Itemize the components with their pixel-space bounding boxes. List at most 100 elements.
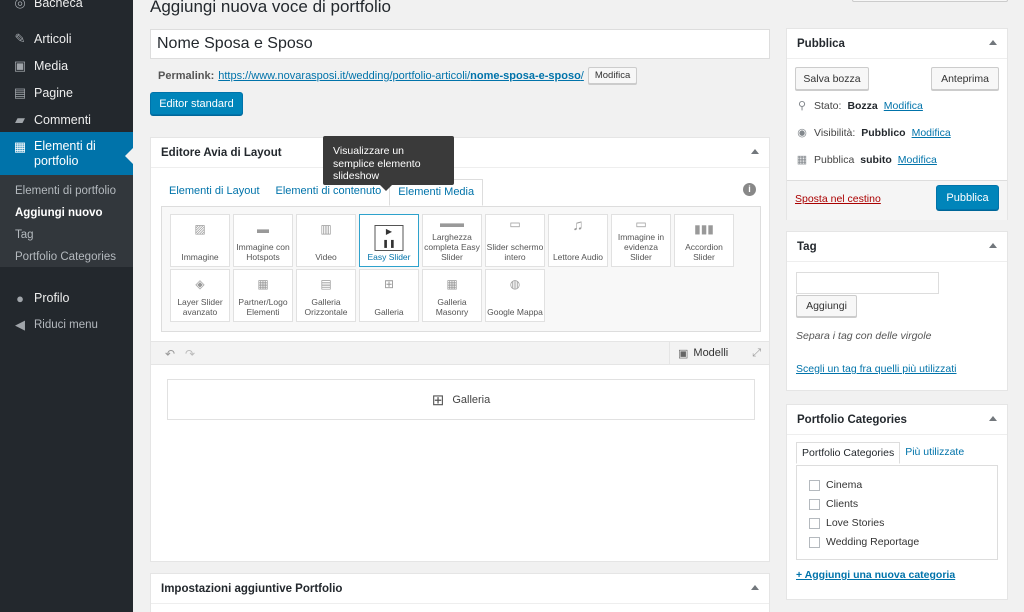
canvas-item-label: Galleria: [452, 393, 491, 406]
element-label: Easy Slider: [367, 252, 411, 262]
templates-button[interactable]: ▣ Modelli: [669, 342, 736, 364]
collapse-arrow-icon[interactable]: [989, 243, 997, 248]
menu-item-profile[interactable]: ● Profilo: [0, 287, 133, 309]
canvas-gallery-element[interactable]: ⊞ Galleria: [167, 379, 755, 420]
element-label: Layer Slider avanzato: [177, 297, 223, 317]
collapse-arrow-icon[interactable]: [751, 585, 759, 590]
menu-label: Bacheca: [34, 0, 83, 10]
element-video[interactable]: ▥ Video: [296, 214, 356, 267]
element-label: Immagine con Hotspots: [236, 242, 290, 262]
fullscreen-icon[interactable]: ⤢: [752, 347, 761, 360]
category-item[interactable]: Cinema: [809, 479, 862, 491]
preview-button[interactable]: Anteprima: [931, 67, 999, 90]
element-google-map[interactable]: ◍ Google Mappa: [485, 269, 545, 322]
element-horizontal-gallery[interactable]: ▤ Galleria Orizzontale: [296, 269, 356, 322]
submenu-item-portfolio-items[interactable]: Elementi di portfolio: [15, 185, 116, 197]
tag-header[interactable]: Tag: [787, 232, 1007, 262]
element-label: Immagine in evidenza Slider: [617, 232, 665, 262]
element-partner-logo[interactable]: ▦ Partner/Logo Elementi: [233, 269, 293, 322]
templates-label: Modelli: [693, 347, 729, 359]
move-to-trash-link[interactable]: Sposta nel cestino: [795, 193, 881, 205]
category-checkbox[interactable]: [809, 479, 820, 491]
undo-icon[interactable]: ↶: [165, 347, 175, 361]
slider-play-icon: ▶ ❚❚: [374, 225, 404, 251]
element-fullwidth-easy-slider[interactable]: ▬▬ Larghezza completa Easy Slider: [422, 214, 482, 267]
element-easy-slider[interactable]: ▶ ❚❚ Easy Slider: [359, 214, 419, 267]
collapse-arrow-icon[interactable]: [751, 149, 759, 154]
submenu-item-add-new[interactable]: Aggiungi nuovo: [15, 207, 103, 219]
publish-header[interactable]: Pubblica: [787, 29, 1007, 59]
categories-header[interactable]: Portfolio Categories: [787, 405, 1007, 435]
element-accordion-slider[interactable]: ▮▮▮ Accordion Slider: [674, 214, 734, 267]
menu-item-collapse[interactable]: ◀ Riduci menu: [0, 314, 133, 336]
media-icon: ▣: [13, 58, 27, 73]
tag-input[interactable]: [796, 272, 939, 294]
element-audio-player[interactable]: ♫ Lettore Audio: [548, 214, 608, 267]
category-label: Love Stories: [826, 517, 885, 529]
redo-icon[interactable]: ↷: [185, 347, 195, 361]
publish-button[interactable]: Pubblica: [936, 185, 999, 210]
category-checkbox[interactable]: [809, 517, 820, 529]
menu-label: Media: [34, 59, 69, 73]
image-icon: ▨: [194, 222, 206, 236]
category-item[interactable]: Clients: [809, 498, 858, 510]
element-label: Lettore Audio: [552, 252, 604, 262]
tab-layout-elements[interactable]: Elementi di Layout: [161, 179, 268, 206]
post-title-input[interactable]: [150, 29, 770, 59]
element-masonry-gallery[interactable]: ▦ Galleria Masonry: [422, 269, 482, 322]
extra-title: Impostazioni aggiuntive Portfolio: [161, 582, 343, 595]
element-image[interactable]: ▨ Immagine: [170, 214, 230, 267]
layers-icon: ◈: [195, 277, 205, 291]
category-checkbox[interactable]: [809, 498, 820, 510]
eye-icon: ◉: [797, 127, 807, 139]
status-value: Bozza: [847, 99, 878, 112]
save-draft-button[interactable]: Salva bozza: [795, 67, 869, 90]
edit-visibility-link[interactable]: Modifica: [912, 127, 951, 139]
menu-item-posts[interactable]: ✎ Articoli: [0, 28, 133, 50]
logo-grid-icon: ▦: [257, 277, 269, 291]
element-layer-slider[interactable]: ◈ Layer Slider avanzato: [170, 269, 230, 322]
extra-header[interactable]: Impostazioni aggiuntive Portfolio: [151, 574, 769, 604]
tab-most-used[interactable]: Più utilizzate: [900, 442, 969, 464]
avia-header[interactable]: Editore Avia di Layout: [151, 138, 769, 168]
menu-item-dashboard[interactable]: ◎ Bacheca: [0, 0, 133, 12]
add-tag-button[interactable]: Aggiungi: [796, 295, 857, 317]
map-pin-icon: ◍: [509, 277, 521, 291]
element-label: Partner/Logo Elementi: [238, 297, 288, 317]
permalink-label: Permalink:: [158, 69, 215, 82]
comment-icon: ▰: [15, 112, 25, 127]
edit-date-link[interactable]: Modifica: [898, 154, 937, 166]
tab-all-categories[interactable]: Portfolio Categories: [796, 442, 901, 464]
menu-item-comments[interactable]: ▰ Commenti: [0, 109, 133, 131]
standard-editor-button[interactable]: Editor standard: [150, 92, 243, 115]
menu-label: Riduci menu: [34, 319, 98, 331]
horizontal-gallery-icon: ▤: [320, 277, 332, 291]
publish-date-value: subito: [860, 153, 892, 166]
category-item[interactable]: Love Stories: [809, 517, 884, 529]
element-featured-image-slider[interactable]: ▭ Immagine in evidenza Slider: [611, 214, 671, 267]
submenu-item-portfolio-categories[interactable]: Portfolio Categories: [15, 251, 116, 263]
choose-popular-tags-link[interactable]: Scegli un tag fra quelli più utilizzati: [796, 363, 957, 375]
menu-item-media[interactable]: ▣ Media: [0, 55, 133, 77]
element-label: Larghezza completa Easy Slider: [424, 232, 480, 262]
element-fullscreen-slider[interactable]: ▭ Slider schermo intero: [485, 214, 545, 267]
element-image-hotspots[interactable]: ▬ Immagine con Hotspots: [233, 214, 293, 267]
category-item[interactable]: Wedding Reportage: [809, 536, 919, 548]
edit-status-link[interactable]: Modifica: [884, 100, 923, 112]
menu-item-portfolio[interactable]: ▦ Elementi di portfolio: [0, 132, 133, 175]
collapse-arrow-icon[interactable]: [989, 416, 997, 421]
publish-date-label: Pubblica: [814, 153, 855, 166]
submenu-item-tag[interactable]: Tag: [15, 229, 34, 241]
permalink-link[interactable]: https://www.novarasposi.it/wedding/portf…: [218, 70, 584, 82]
add-new-category-link[interactable]: + Aggiungi una nuova categoria: [796, 569, 955, 581]
element-label: Video: [315, 252, 337, 262]
extra-portfolio-settings: Impostazioni aggiuntive Portfolio: [150, 573, 770, 612]
element-gallery[interactable]: ⊞ Galleria: [359, 269, 419, 322]
edit-permalink-button[interactable]: Modifica: [587, 67, 638, 84]
screen-options-button[interactable]: [852, 0, 1008, 2]
collapse-arrow-icon[interactable]: [989, 40, 997, 45]
info-icon[interactable]: i: [743, 183, 756, 196]
menu-item-pages[interactable]: ▤ Pagine: [0, 82, 133, 104]
media-elements-panel: ▨ Immagine ▬ Immagine con Hotspots ▥ Video …: [161, 206, 761, 332]
category-checkbox[interactable]: [809, 536, 820, 548]
